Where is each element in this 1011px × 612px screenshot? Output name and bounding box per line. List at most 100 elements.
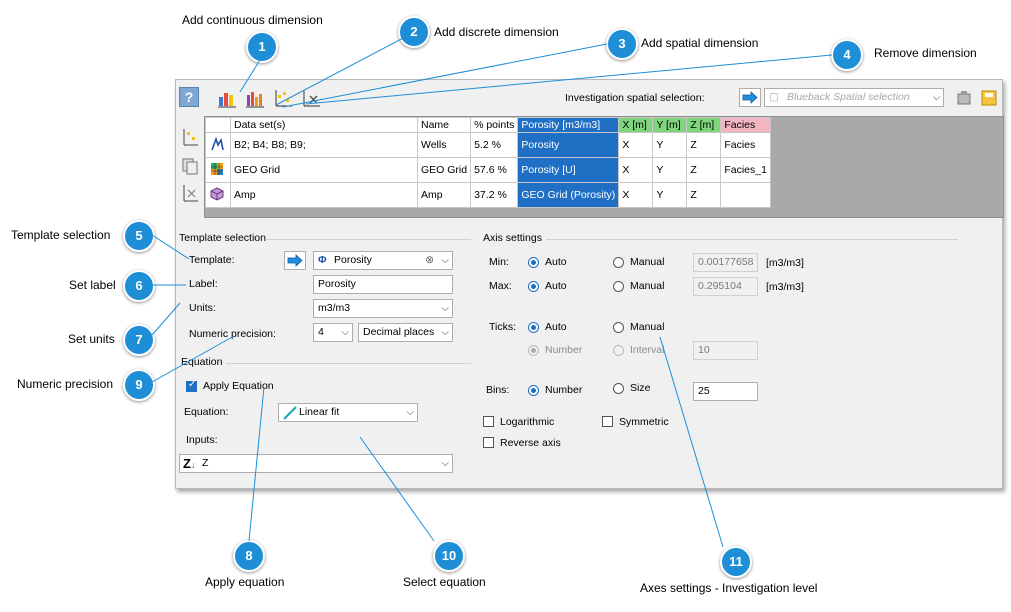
column-header-dataset[interactable]: Data set(s)	[230, 117, 418, 133]
clear-icon[interactable]: ⊗	[425, 252, 434, 269]
add-spatial-dimension-button[interactable]	[272, 87, 294, 109]
equation-section-title: Equation	[181, 356, 223, 368]
continuous-dimension-icon	[218, 93, 236, 108]
spatial-grid-icon	[183, 129, 198, 146]
remove-dimension-button[interactable]	[300, 87, 322, 109]
table-row[interactable]: GEO Grid GEO Grid 57.6 % Porosity [U] X …	[205, 157, 771, 183]
cell-facies[interactable]: Facies	[720, 132, 771, 158]
bins-size-label: Size	[630, 382, 651, 394]
max-manual-radio[interactable]	[613, 281, 624, 292]
cell-facies[interactable]: Facies_1	[720, 157, 771, 183]
axis-section-title: Axis settings	[483, 232, 542, 244]
bins-value-input[interactable]: 25	[693, 382, 758, 401]
units-label: Units:	[189, 302, 216, 314]
callout-badge-10: 10	[433, 540, 465, 572]
spatial-selection-combo[interactable]: ▢ Blueback Spatial selection ⌵	[764, 88, 944, 107]
cell-porosity[interactable]: GEO Grid (Porosity)	[517, 182, 620, 208]
logarithmic-label: Logarithmic	[500, 416, 555, 428]
template-section-title: Template selection	[179, 232, 266, 244]
apply-equation-label: Apply Equation	[203, 380, 274, 392]
logarithmic-checkbox[interactable]	[483, 416, 494, 427]
column-header-x[interactable]: X [m]	[618, 117, 654, 133]
chevron-down-icon: ⌵	[341, 327, 349, 338]
settings-button[interactable]	[955, 89, 973, 107]
column-header-y[interactable]: Y [m]	[652, 117, 688, 133]
help-icon[interactable]: ?	[179, 87, 199, 107]
cell-x[interactable]: X	[618, 182, 654, 208]
max-auto-radio[interactable]	[528, 281, 539, 292]
grid-tool-button-1[interactable]	[179, 126, 201, 148]
min-value-input[interactable]: 0.00177658	[693, 253, 758, 272]
spatial-selection-placeholder: Blueback Spatial selection	[787, 91, 910, 103]
cell-y[interactable]: Y	[652, 132, 688, 158]
max-value-input[interactable]: 0.295104	[693, 277, 758, 296]
cell-porosity[interactable]: Porosity	[517, 132, 620, 158]
spatial-selection-drop-button[interactable]	[739, 88, 761, 107]
z-axis-icon: Z↓	[183, 456, 196, 471]
cell-x[interactable]: X	[618, 157, 654, 183]
label-input[interactable]: Porosity	[313, 275, 453, 294]
ticks-manual-radio[interactable]	[613, 322, 624, 333]
cell-name: Amp	[416, 182, 472, 208]
inputs-combo[interactable]: Z↓ Z ⌵	[179, 454, 453, 473]
cell-x[interactable]: X	[618, 132, 654, 158]
table-row[interactable]: Amp Amp 37.2 % GEO Grid (Porosity) X Y Z	[205, 182, 771, 208]
template-combo[interactable]: Φ Porosity ⊗ ⌵	[313, 251, 453, 270]
column-header-porosity[interactable]: Porosity [m3/m3]	[517, 117, 620, 133]
cell-dataset: GEO Grid	[230, 157, 418, 183]
callout-badge-1: 1	[246, 31, 278, 63]
add-discrete-dimension-button[interactable]	[244, 87, 266, 109]
bins-number-radio[interactable]	[528, 385, 539, 396]
ticks-number-radio[interactable]	[528, 345, 539, 356]
column-header-facies[interactable]: Facies	[720, 117, 771, 133]
bins-size-radio[interactable]	[613, 383, 624, 394]
min-manual-radio[interactable]	[613, 257, 624, 268]
grid-tool-button-2[interactable]	[179, 155, 201, 177]
units-value: m3/m3	[318, 302, 351, 314]
cell-z[interactable]: Z	[686, 182, 722, 208]
cell-z[interactable]: Z	[686, 132, 722, 158]
template-label: Template:	[189, 254, 235, 266]
label-label: Label:	[189, 278, 218, 290]
save-button[interactable]	[980, 89, 998, 107]
cell-y[interactable]: Y	[652, 182, 688, 208]
dataset-grid: Data set(s) Name % points Porosity [m3/m…	[204, 116, 1004, 218]
callout-label-6: Set label	[69, 278, 116, 292]
dataset-table: Data set(s) Name % points Porosity [m3/m…	[205, 117, 771, 208]
min-auto-radio[interactable]	[528, 257, 539, 268]
cell-y[interactable]: Y	[652, 157, 688, 183]
ticks-value-input[interactable]: 10	[693, 341, 758, 360]
template-drop-button[interactable]	[284, 251, 306, 270]
callout-badge-2: 2	[398, 16, 430, 48]
reverse-axis-label: Reverse axis	[500, 437, 561, 449]
callout-label-5: Template selection	[11, 228, 111, 242]
ticks-auto-radio[interactable]	[528, 322, 539, 333]
column-header-points[interactable]: % points	[470, 117, 519, 133]
callout-label-3: Add spatial dimension	[641, 36, 759, 50]
precision-mode-combo[interactable]: Decimal places ⌵	[358, 323, 453, 342]
ticks-interval-radio[interactable]	[613, 345, 624, 356]
equation-combo[interactable]: Linear fit ⌵	[278, 403, 418, 422]
ticks-number-label: Number	[545, 344, 583, 356]
cell-points: 5.2 %	[470, 132, 519, 158]
symmetric-checkbox[interactable]	[602, 416, 613, 427]
cell-facies[interactable]	[720, 182, 771, 208]
add-continuous-dimension-button[interactable]	[216, 87, 238, 109]
callout-label-10: Select equation	[403, 575, 486, 589]
table-header-row: Data set(s) Name % points Porosity [m3/m…	[205, 117, 771, 133]
bins-label: Bins:	[486, 384, 510, 396]
table-row[interactable]: B2; B4; B8; B9; Wells 5.2 % Porosity X Y…	[205, 132, 771, 158]
chevron-down-icon[interactable]: ⌵	[441, 252, 449, 269]
column-header-name[interactable]: Name	[416, 117, 472, 133]
units-combo[interactable]: m3/m3 ⌵	[313, 299, 453, 318]
column-header-z[interactable]: Z [m]	[686, 117, 722, 133]
precision-combo[interactable]: 4 ⌵	[313, 323, 353, 342]
reverse-axis-checkbox[interactable]	[483, 437, 494, 448]
cube-outline-icon: ▢	[769, 91, 779, 103]
grid-tool-button-3[interactable]	[179, 182, 201, 204]
callout-badge-3: 3	[606, 28, 638, 60]
porosity-template-icon: Φ	[318, 254, 327, 266]
apply-equation-checkbox[interactable]	[186, 379, 197, 392]
cell-porosity[interactable]: Porosity [U]	[517, 157, 620, 183]
cell-z[interactable]: Z	[686, 157, 722, 183]
